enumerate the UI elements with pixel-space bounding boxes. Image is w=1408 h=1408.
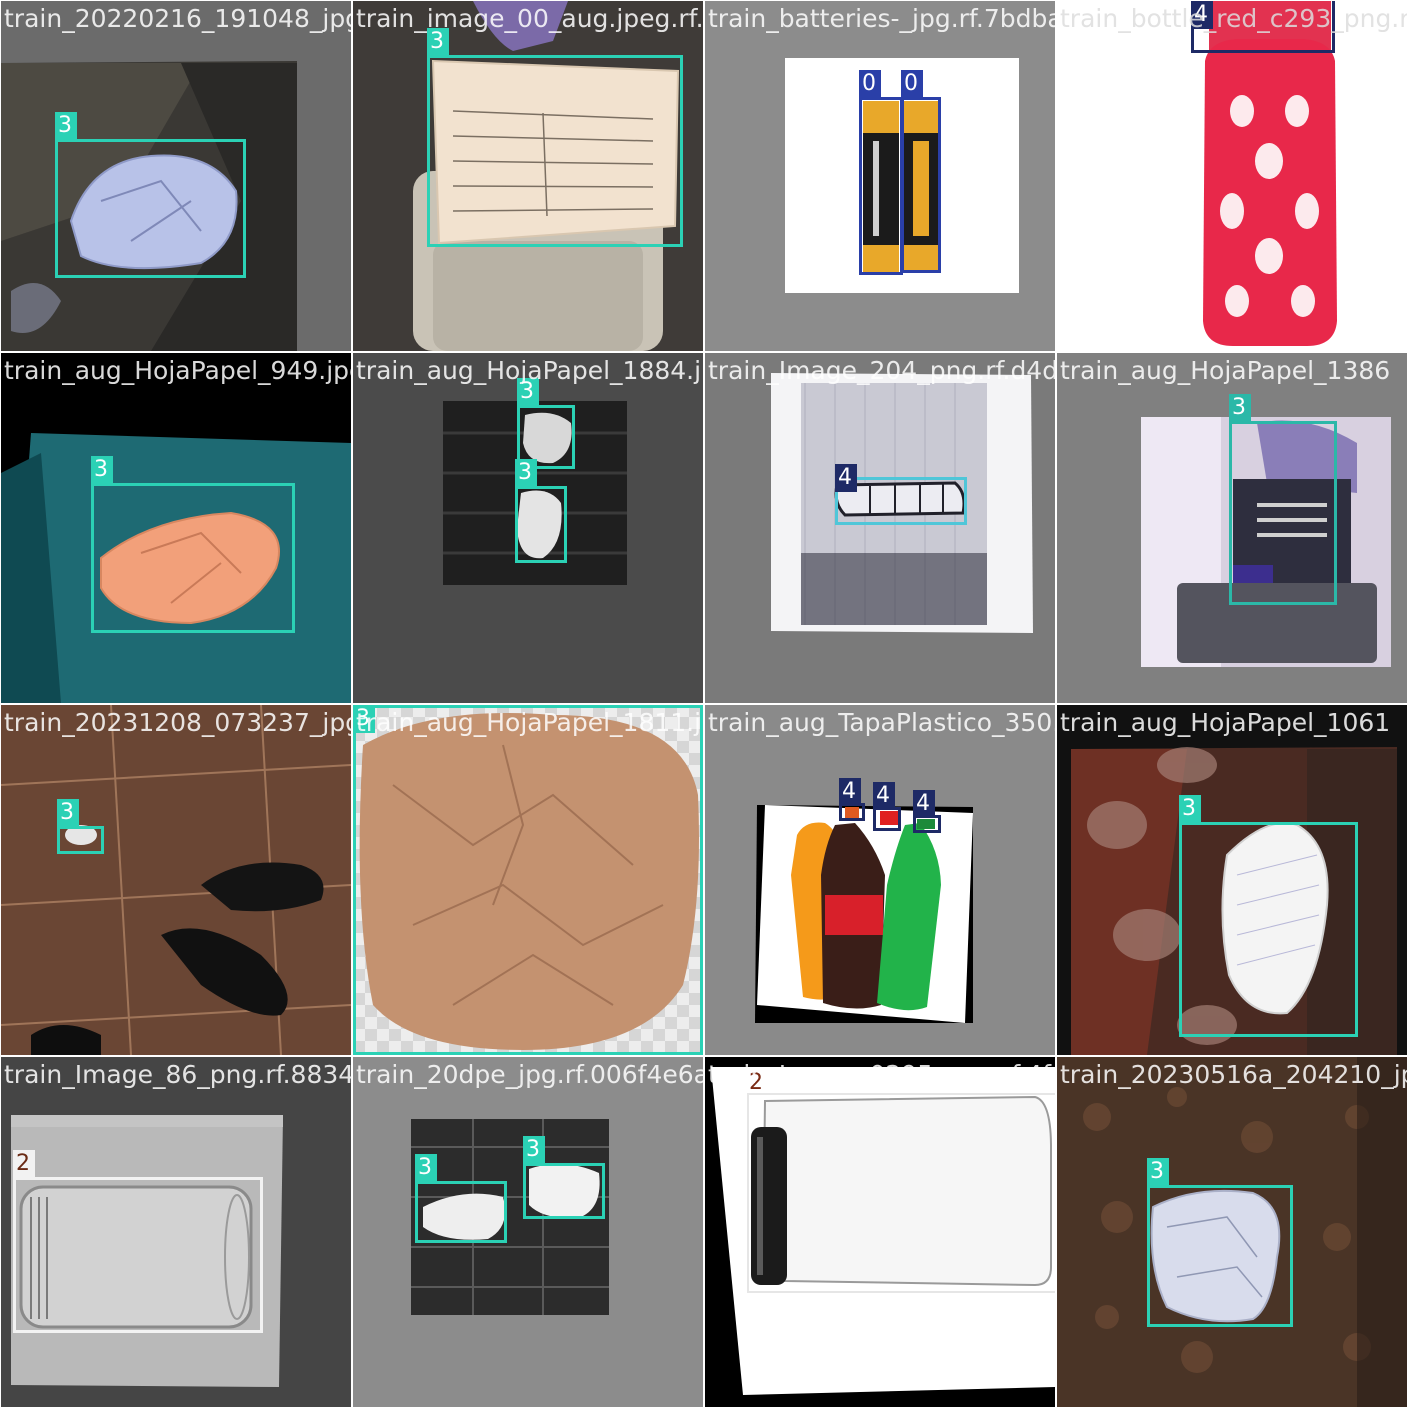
- bounding-box: 3: [57, 799, 104, 854]
- mosaic-grid: train_20220216_191048_jpg.rf.6527915829 …: [0, 0, 1408, 1408]
- class-label: 3: [1147, 1158, 1169, 1186]
- scene-image: [1203, 1, 1337, 346]
- bounding-box: 3: [427, 28, 683, 247]
- tile-document: train_image_00_aug.jpeg.rf.c201c0fc1724f…: [353, 1, 703, 351]
- bounding-box: 4: [839, 778, 865, 821]
- bounding-box: 2: [747, 1070, 1055, 1293]
- class-label: 2: [749, 1070, 763, 1095]
- class-label: 3: [1229, 394, 1251, 422]
- class-label: 3: [353, 705, 375, 733]
- tile-paper-fabric: train_aug_HojaPapel_1061 3: [1057, 705, 1407, 1055]
- bounding-box: 2: [13, 1150, 263, 1333]
- scene-image: [1, 705, 351, 1055]
- bounding-box: 3: [1229, 394, 1337, 605]
- class-label: 3: [517, 378, 539, 406]
- bounding-box: 4: [873, 782, 901, 831]
- tile-paper-floor: train_20220216_191048_jpg.rf.6527915829 …: [1, 1, 351, 351]
- tile-brown-paper: train_aug_HojaPapel_1811.jpg 3: [353, 705, 703, 1055]
- class-label: 0: [901, 70, 923, 98]
- bounding-box: 3: [415, 1154, 507, 1243]
- bounding-box: 0: [859, 70, 903, 275]
- class-label: 4: [1191, 1, 1213, 29]
- bounding-box: 4: [1191, 1, 1335, 53]
- class-label: 4: [873, 782, 895, 810]
- bounding-box: 4: [835, 464, 967, 525]
- tile-papers-bricks: train_20dpe_jpg.rf.006f4e6ad9881085c6708…: [353, 1057, 703, 1407]
- class-label: 4: [913, 790, 935, 818]
- class-label: 4: [835, 464, 857, 492]
- bounding-box: 3: [353, 705, 703, 1055]
- tile-glass-jar: train_Image_86_png.rf.883452a7c5dcd4c7c5…: [1, 1057, 351, 1407]
- bounding-box: 3: [1179, 795, 1358, 1037]
- bounding-box: 4: [913, 790, 941, 833]
- scene-image: [755, 805, 973, 1023]
- bounding-box: 3: [91, 456, 295, 633]
- bounding-box: 3: [1147, 1158, 1293, 1327]
- tile-shoes-floor: train_20231208_073237_jpg.rf.9681fe57042…: [1, 705, 351, 1055]
- scene-image: [771, 373, 1033, 633]
- bounding-box: 3: [523, 1136, 605, 1219]
- class-label: 3: [523, 1136, 545, 1164]
- class-label: 0: [859, 70, 881, 98]
- class-label: 3: [515, 459, 537, 487]
- class-label: 3: [415, 1154, 437, 1182]
- tile-box-object: train_aug_HojaPapel_1386 3: [1057, 353, 1407, 703]
- tile-plastic-bottle: train_Image_204_png.rf.d4dfa1bdd171cd1f2…: [705, 353, 1055, 703]
- class-label: 3: [1179, 795, 1201, 823]
- class-label: 3: [91, 456, 113, 484]
- tile-soda-bottles: train_aug_TapaPlastico_350.jpg 4 4 4: [705, 705, 1055, 1055]
- tile-jar-white: train_Image_0295_png.rf.4fcd 2: [705, 1057, 1055, 1407]
- tile-orange-paper: train_aug_HojaPapel_949.jpg 3: [1, 353, 351, 703]
- tile-two-papers: train_aug_HojaPapel_1884.jpg 3 3: [353, 353, 703, 703]
- bounding-box: 3: [55, 112, 246, 278]
- scene-image: [411, 1119, 609, 1315]
- tile-paper-granite: train_20230516a_204210_jpg 3: [1057, 1057, 1407, 1407]
- tile-batteries: train_batteries-_jpg.rf.7bdba9edb7a0c293…: [705, 1, 1055, 351]
- class-label: 4: [839, 778, 861, 806]
- class-label: 3: [427, 28, 449, 56]
- class-label: 2: [13, 1150, 35, 1178]
- class-label: 3: [55, 112, 77, 140]
- bounding-box: 0: [901, 70, 941, 273]
- bounding-box: 3: [515, 459, 567, 563]
- tile-red-bottle: train_bottle_red_c293_png.rf.07c 4: [1057, 1, 1407, 351]
- class-label: 3: [57, 799, 79, 827]
